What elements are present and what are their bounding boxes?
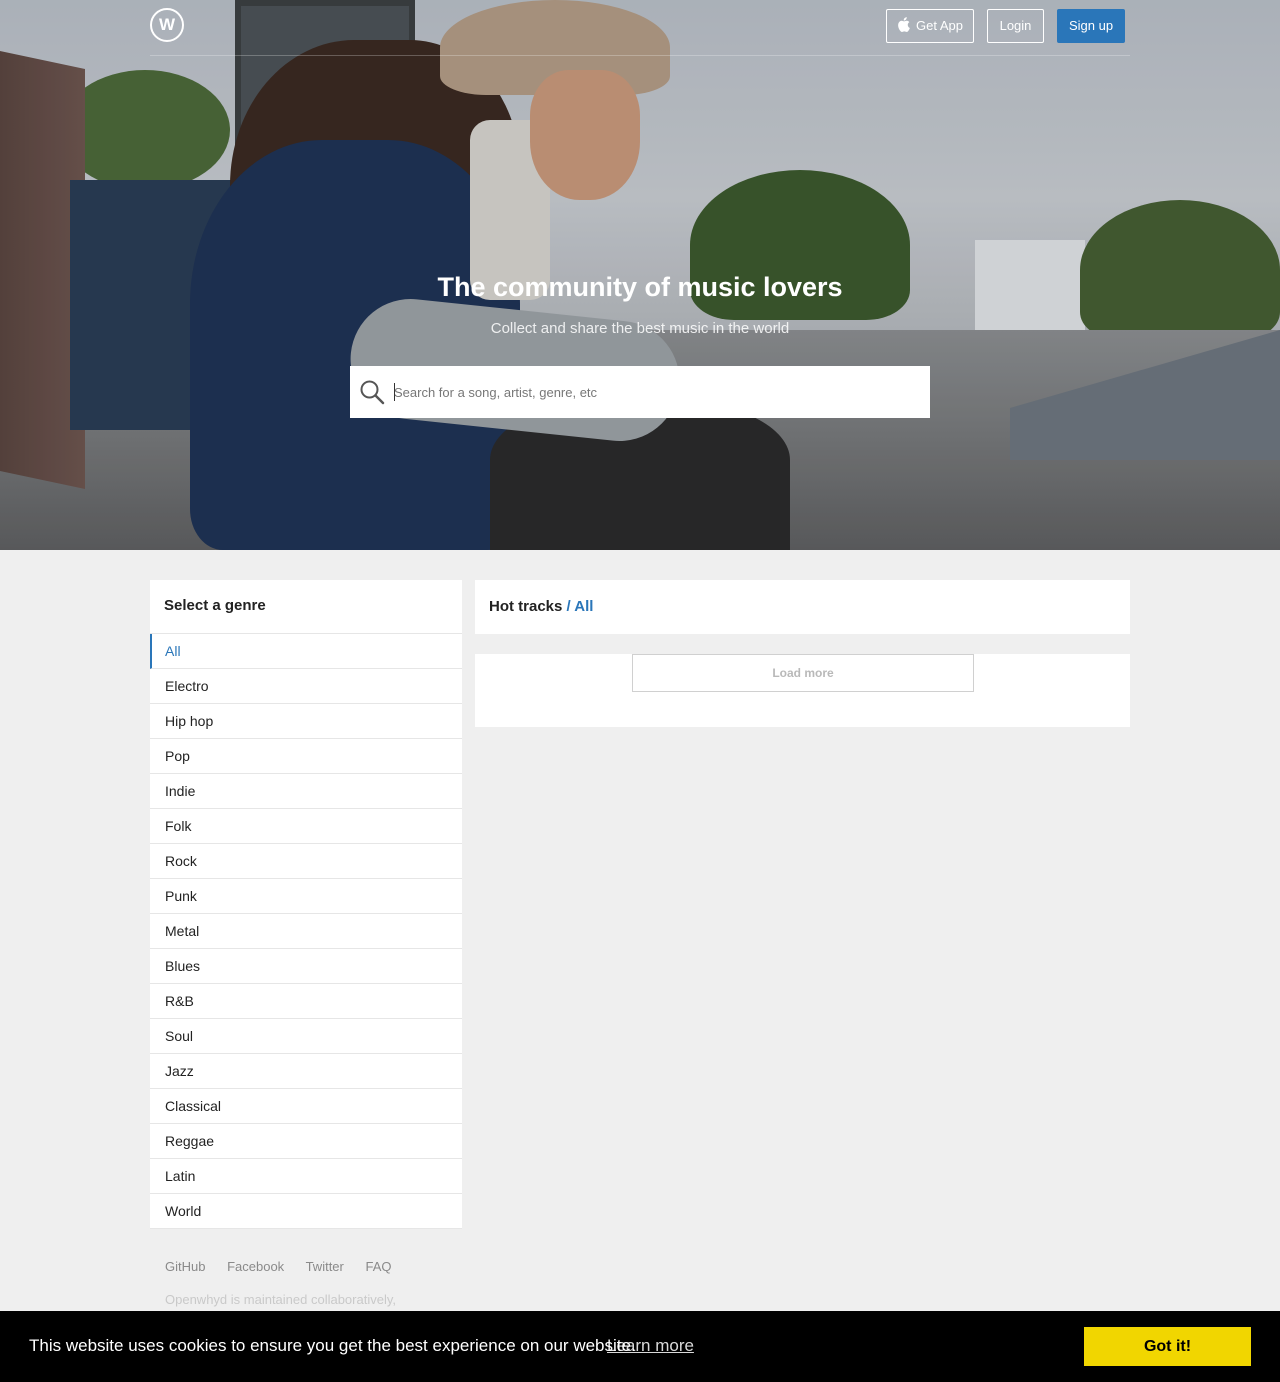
apple-icon xyxy=(898,17,910,32)
genre-list: All Electro Hip hop Pop Indie Folk Rock Punk Met… xyxy=(150,634,462,1229)
genre-item-jazz[interactable]: Jazz xyxy=(150,1054,462,1089)
genre-panel: Select a genre All Electro Hip hop Pop Indie… xyxy=(150,580,462,1229)
genre-item-folk[interactable]: Folk xyxy=(150,809,462,844)
genre-item-all[interactable]: All xyxy=(150,634,462,669)
footer-link-faq[interactable]: FAQ xyxy=(366,1259,392,1274)
genre-panel-title: Select a genre xyxy=(150,580,462,634)
genre-item-world[interactable]: World xyxy=(150,1194,462,1229)
cookie-accept-button[interactable]: Got it! xyxy=(1084,1327,1251,1366)
genre-item-hip-hop[interactable]: Hip hop xyxy=(150,704,462,739)
genre-item-r-b[interactable]: R&B xyxy=(150,984,462,1019)
genre-item-electro[interactable]: Electro xyxy=(150,669,462,704)
top-header: W Get App Login Sign up xyxy=(150,0,1130,56)
genre-item-indie[interactable]: Indie xyxy=(150,774,462,809)
hot-tracks-header: Hot tracks / All xyxy=(475,580,1130,634)
hero-banner: W Get App Login Sign up The community of… xyxy=(0,0,1280,550)
genre-item-rock[interactable]: Rock xyxy=(150,844,462,879)
cookie-banner: This website uses cookies to ensure you … xyxy=(0,1311,1280,1382)
genre-item-blues[interactable]: Blues xyxy=(150,949,462,984)
footer-note: Openwhyd is maintained collaboratively, xyxy=(165,1292,396,1307)
signup-button[interactable]: Sign up xyxy=(1057,9,1125,43)
genre-item-latin[interactable]: Latin xyxy=(150,1159,462,1194)
hero-title: The community of music lovers xyxy=(437,272,843,302)
load-more-button[interactable]: Load more xyxy=(632,654,974,692)
search-input[interactable] xyxy=(394,380,914,404)
footer-link-facebook[interactable]: Facebook xyxy=(227,1259,284,1274)
search-icon[interactable] xyxy=(359,379,385,405)
footer-links: GitHub Facebook Twitter FAQ xyxy=(165,1259,410,1274)
get-app-button[interactable]: Get App xyxy=(886,9,974,43)
hot-tracks-title: Hot tracks xyxy=(489,598,563,615)
hero-subtitle: Collect and share the best music in the … xyxy=(490,320,790,337)
genre-item-classical[interactable]: Classical xyxy=(150,1089,462,1124)
footer-link-twitter[interactable]: Twitter xyxy=(306,1259,344,1274)
footer-link-github[interactable]: GitHub xyxy=(165,1259,205,1274)
genre-item-metal[interactable]: Metal xyxy=(150,914,462,949)
login-button[interactable]: Login xyxy=(987,9,1044,43)
get-app-label: Get App xyxy=(916,18,963,33)
genre-item-reggae[interactable]: Reggae xyxy=(150,1124,462,1159)
hot-tracks-list: Load more xyxy=(475,654,1130,727)
w-circle-logo-icon[interactable]: W xyxy=(150,8,184,42)
genre-item-soul[interactable]: Soul xyxy=(150,1019,462,1054)
genre-item-pop[interactable]: Pop xyxy=(150,739,462,774)
search-box[interactable] xyxy=(350,366,930,418)
cookie-message: This website uses cookies to ensure you … xyxy=(29,1336,636,1355)
cookie-learn-more-link[interactable]: Learn more xyxy=(607,1336,694,1356)
text-cursor xyxy=(394,383,395,401)
genre-item-punk[interactable]: Punk xyxy=(150,879,462,914)
hot-tracks-genre-filter: / All xyxy=(566,598,594,615)
